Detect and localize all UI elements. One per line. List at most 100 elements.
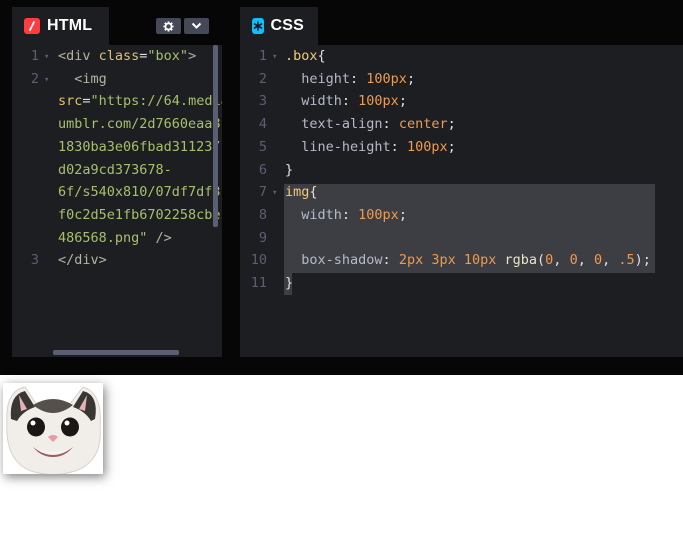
- code-token: :: [382, 116, 399, 133]
- code-token: :: [390, 138, 407, 155]
- code-text: height: 100px;: [285, 68, 415, 91]
- code-line[interactable]: 3 </div>: [12, 249, 222, 272]
- fold-arrow-icon[interactable]: ▾: [272, 182, 277, 205]
- code-token: <img: [58, 70, 107, 87]
- code-token: 0: [569, 252, 578, 269]
- code-line[interactable]: umblr.com/2d7660eaa8: [12, 113, 222, 136]
- css-editor-pane[interactable]: CSS 1 ▾ .box{2 height: 100px; 3 width: 100p…: [240, 7, 683, 357]
- css-code-area[interactable]: 1 ▾ .box{2 height: 100px; 3 width: 100px; 4 …: [240, 45, 683, 357]
- settings-button[interactable]: [156, 18, 181, 34]
- gear-icon: [163, 20, 174, 32]
- code-text: f0c2d5e1fb6702258cbe: [58, 204, 221, 227]
- code-token: :: [350, 70, 367, 87]
- code-token: ,: [553, 252, 570, 269]
- code-token: ,: [577, 252, 594, 269]
- code-line[interactable]: 1 ▾ <div class="box">: [12, 45, 222, 68]
- code-text: d02a9cd373678-: [58, 159, 172, 182]
- code-line[interactable]: 486568.png" />: [12, 227, 222, 250]
- code-token: line-height: [285, 138, 391, 155]
- css-pane-header: CSS: [240, 7, 683, 45]
- code-token: ;: [447, 116, 456, 133]
- code-line[interactable]: d02a9cd373678-: [12, 159, 222, 182]
- code-editor: HTML 1 ▾ <div class="box"> 2 ▾ <img src=…: [0, 0, 683, 375]
- code-token: }: [285, 275, 294, 291]
- line-number: 1: [258, 48, 267, 64]
- code-line[interactable]: 4 text-align: center;: [240, 113, 683, 136]
- code-token: );: [634, 252, 651, 269]
- code-text: .box{: [285, 45, 326, 68]
- code-text: text-align: center;: [285, 113, 456, 136]
- fold-arrow-icon[interactable]: ▾: [44, 69, 49, 92]
- code-token: width: [285, 206, 342, 223]
- code-token: ;: [447, 138, 456, 155]
- code-line[interactable]: 1830ba3e06fbad31123/: [12, 136, 222, 159]
- code-token: 0: [593, 252, 603, 269]
- code-token: />: [147, 229, 172, 246]
- code-text: <img: [58, 68, 107, 91]
- code-line[interactable]: 5 line-height: 100px;: [240, 136, 683, 159]
- html-horizontal-scrollbar[interactable]: [53, 350, 179, 355]
- code-text: 1830ba3e06fbad31123/: [58, 136, 221, 159]
- code-token: .5: [618, 252, 635, 269]
- cat-face-image: [3, 383, 103, 474]
- code-token: :: [382, 252, 399, 269]
- code-text: </div>: [58, 249, 107, 272]
- code-token: (: [537, 252, 546, 269]
- html-vertical-scrollbar[interactable]: [213, 45, 218, 227]
- chevron-down-icon: [191, 22, 202, 29]
- code-token: height: [285, 70, 351, 87]
- code-text: img{: [285, 181, 318, 204]
- collapse-button[interactable]: [184, 18, 209, 34]
- code-line[interactable]: 1 ▾ .box{: [240, 45, 683, 68]
- line-number: 1: [30, 48, 39, 64]
- code-token: 100px: [366, 70, 407, 87]
- line-number: 6: [258, 161, 267, 178]
- code-text: }: [285, 272, 293, 295]
- code-line[interactable]: 3 width: 100px;: [240, 90, 683, 113]
- tab-css[interactable]: CSS: [240, 7, 318, 45]
- code-token: {: [317, 48, 326, 64]
- code-line[interactable]: 10 box-shadow: 2px 3px 10px rgba(0, 0, 0…: [240, 249, 683, 272]
- code-token: <div: [58, 48, 99, 64]
- code-token: 6f/s540x810/07df7df3: [58, 184, 221, 201]
- code-text: width: 100px;: [285, 204, 407, 227]
- code-token: center: [398, 116, 448, 133]
- fold-arrow-icon[interactable]: ▾: [272, 46, 277, 69]
- code-token: 1830ba3e06fbad31123/: [58, 138, 221, 155]
- code-token: img: [285, 184, 310, 201]
- html-editor-pane[interactable]: HTML 1 ▾ <div class="box"> 2 ▾ <img src=…: [12, 7, 222, 357]
- code-line[interactable]: 2 ▾ <img: [12, 68, 222, 91]
- css-logo-icon: [252, 18, 264, 34]
- code-line[interactable]: 11}: [240, 272, 683, 295]
- code-line[interactable]: 7 ▾ img{: [240, 181, 683, 204]
- editor-preview-divider[interactable]: [0, 357, 683, 375]
- code-token: .box: [285, 48, 318, 64]
- tab-html-label: HTML: [47, 17, 93, 34]
- preview-box: [3, 383, 103, 483]
- tab-html[interactable]: HTML: [12, 7, 109, 45]
- code-token: width: [285, 93, 342, 110]
- code-token: umblr.com/2d7660eaa8: [58, 116, 221, 133]
- html-code-area[interactable]: 1 ▾ <div class="box"> 2 ▾ <img src="https://6…: [12, 45, 222, 357]
- code-line[interactable]: 8 width: 100px;: [240, 204, 683, 227]
- html-logo-icon: [24, 18, 40, 34]
- code-text: }: [285, 159, 293, 182]
- code-line[interactable]: f0c2d5e1fb6702258cbe: [12, 204, 222, 227]
- line-number: 9: [258, 229, 267, 246]
- code-line[interactable]: 2 height: 100px;: [240, 68, 683, 91]
- code-text: box-shadow: 2px 3px 10px rgba(0, 0, 0, .…: [285, 249, 651, 272]
- code-line[interactable]: src="https://64.media.t: [12, 90, 222, 113]
- code-token: rgba: [504, 252, 538, 269]
- code-text: width: 100px;: [285, 90, 407, 113]
- code-line[interactable]: 9: [240, 227, 683, 250]
- code-token: class: [98, 48, 140, 64]
- line-number: 10: [250, 252, 267, 269]
- code-line[interactable]: 6f/s540x810/07df7df3: [12, 181, 222, 204]
- fold-arrow-icon[interactable]: ▾: [44, 46, 49, 69]
- code-token: text-align: [285, 116, 383, 133]
- code-line[interactable]: 6}: [240, 159, 683, 182]
- code-text: <div class="box">: [58, 45, 196, 68]
- code-token: "https://64.media.t: [90, 93, 222, 110]
- line-number: 3: [258, 93, 267, 110]
